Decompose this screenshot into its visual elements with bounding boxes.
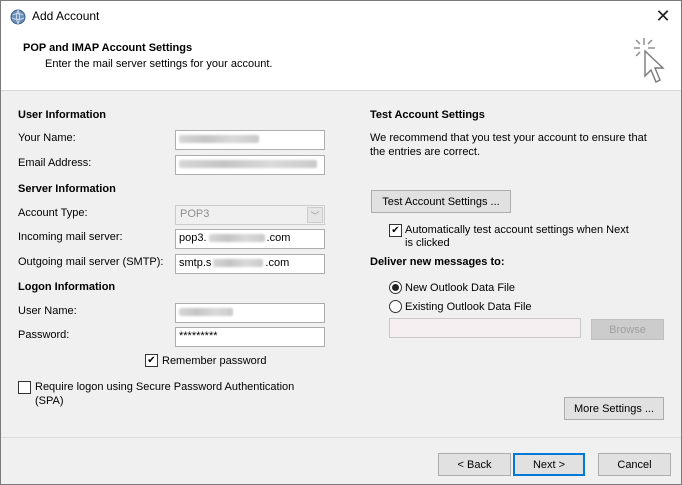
new-data-file-label: New Outlook Data File <box>405 282 516 294</box>
footer-divider <box>1 437 681 438</box>
remember-password-label: Remember password <box>162 355 267 367</box>
window-title: Add Account <box>32 9 100 23</box>
incoming-server-suffix: .com <box>266 232 291 244</box>
user-name-label: User Name: <box>18 305 77 317</box>
spa-label-line2: (SPA) <box>35 395 64 407</box>
auto-test-label-line2: is clicked <box>405 237 450 249</box>
test-description-line1: We recommend that you test your account … <box>370 132 647 144</box>
page-subtitle: Enter the mail server settings for your … <box>45 58 273 70</box>
account-type-value: POP3 <box>180 208 210 220</box>
incoming-server-prefix: pop3. <box>179 232 207 244</box>
server-information-heading: Server Information <box>18 183 116 195</box>
user-name-field[interactable] <box>175 303 325 323</box>
outgoing-server-field[interactable]: smtp.s .com <box>175 254 325 274</box>
outgoing-server-prefix: smtp.s <box>179 257 212 269</box>
account-type-label: Account Type: <box>18 207 88 219</box>
close-button[interactable]: ✕ <box>645 1 681 32</box>
test-account-settings-heading: Test Account Settings <box>370 109 485 121</box>
browse-button[interactable]: Browse <box>591 319 664 340</box>
outgoing-server-label: Outgoing mail server (SMTP): <box>18 256 164 268</box>
outlook-globe-icon <box>10 9 26 25</box>
logon-information-heading: Logon Information <box>18 281 116 293</box>
title-bar: Add Account ✕ <box>1 1 681 32</box>
incoming-server-field[interactable]: pop3. .com <box>175 229 325 249</box>
your-name-field[interactable] <box>175 130 325 150</box>
test-description-line2: the entries are correct. <box>370 146 481 158</box>
dropdown-arrow-icon: ﹀ <box>307 207 323 223</box>
outgoing-server-suffix: .com <box>265 257 290 269</box>
password-label: Password: <box>18 329 70 341</box>
add-account-dialog: Add Account ✕ POP and IMAP Account Setti… <box>0 0 682 485</box>
incoming-server-label: Incoming mail server: <box>18 231 123 243</box>
test-account-settings-button[interactable]: Test Account Settings ... <box>371 190 511 213</box>
auto-test-label-line1: Automatically test account settings when… <box>405 224 629 236</box>
existing-data-file-label: Existing Outlook Data File <box>405 301 532 313</box>
back-button[interactable]: < Back <box>438 453 511 476</box>
deliver-messages-heading: Deliver new messages to: <box>370 256 505 268</box>
email-address-field[interactable] <box>175 155 325 175</box>
close-icon: ✕ <box>655 6 671 26</box>
auto-test-checkbox[interactable]: ✔ <box>389 224 402 237</box>
cancel-button[interactable]: Cancel <box>598 453 671 476</box>
dialog-header: POP and IMAP Account Settings Enter the … <box>1 32 681 91</box>
next-button[interactable]: Next > <box>513 453 585 476</box>
new-data-file-radio[interactable] <box>389 281 402 294</box>
existing-data-file-radio[interactable] <box>389 300 402 313</box>
account-type-select[interactable]: POP3 ﹀ <box>175 205 325 225</box>
checkmark-icon: ✔ <box>391 224 400 236</box>
checkmark-icon: ✔ <box>147 354 156 366</box>
existing-data-file-path-field[interactable] <box>389 318 581 338</box>
page-title: POP and IMAP Account Settings <box>23 42 193 54</box>
remember-password-checkbox[interactable]: ✔ <box>145 354 158 367</box>
email-address-label: Email Address: <box>18 157 92 169</box>
wizard-cursor-icon <box>634 38 665 83</box>
spa-label-line1: Require logon using Secure Password Auth… <box>35 381 295 393</box>
spa-checkbox[interactable] <box>18 381 31 394</box>
user-information-heading: User Information <box>18 109 107 121</box>
more-settings-button[interactable]: More Settings ... <box>564 397 664 420</box>
your-name-label: Your Name: <box>18 132 76 144</box>
password-field[interactable]: ********* <box>175 327 325 347</box>
